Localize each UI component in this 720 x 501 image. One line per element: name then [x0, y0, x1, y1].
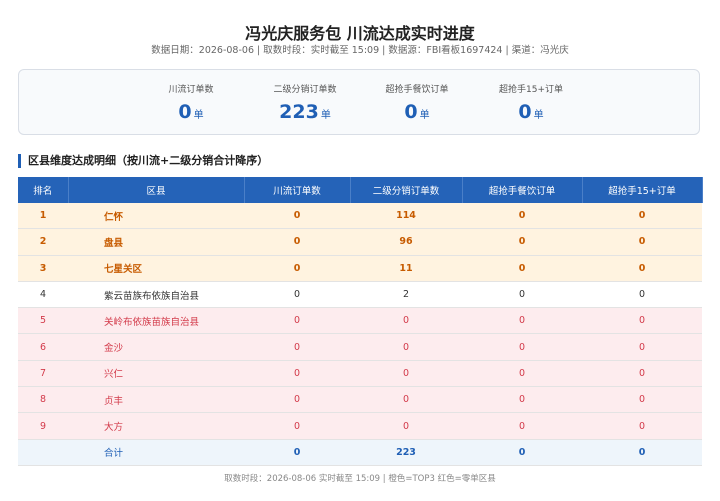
chuanliu-cell: 0: [244, 386, 350, 414]
rank-cell: 5: [18, 307, 68, 335]
plus15-cell: 0: [582, 203, 702, 230]
canyin-cell: 0: [462, 228, 582, 256]
page-title: 冯光庆服务包 川流达成实时进度: [245, 24, 475, 43]
chuanliu-cell: 0: [244, 307, 350, 335]
plus15-cell: 0: [582, 360, 702, 388]
section-title: 区县维度达成明细（按川流+二级分销合计降序）: [18, 154, 268, 168]
chuanliu-cell: 0: [244, 255, 350, 282]
county-name-cell: 关岭布依族苗族自治县: [68, 307, 244, 335]
fenxiao-cell: 96: [350, 228, 462, 256]
canyin-cell: 0: [462, 412, 582, 440]
stat-value: 0: [178, 101, 192, 123]
chuanliu-cell: 0: [244, 360, 350, 388]
stat-unit: 单: [419, 110, 430, 121]
rank-cell: 4: [18, 281, 68, 309]
table-row: 7 兴仁 0 0 0 0: [18, 360, 702, 388]
summary-stat-plus15: 超抢手15+订单 0单: [471, 82, 591, 127]
table-row: 4 紫云苗族布依族自治县 0 2 0 0: [18, 281, 702, 309]
stat-unit: 单: [320, 110, 331, 121]
fenxiao-cell: 0: [350, 333, 462, 361]
report-meta: 数据日期：2026-08-06 | 取数时段：实时截至 15:09 | 数据源：…: [151, 45, 569, 56]
total-chuanliu: 0: [244, 439, 350, 466]
stat-unit: 单: [533, 110, 544, 121]
plus15-cell: 0: [582, 307, 702, 335]
plus15-cell: 0: [582, 386, 702, 414]
table-row: 5 关岭布依族苗族自治县 0 0 0 0: [18, 307, 702, 335]
chuanliu-cell: 0: [244, 203, 350, 230]
fenxiao-cell: 0: [350, 307, 462, 335]
footer-note: 取数时段：2026-08-06 实时截至 15:09 | 橙色=TOP3 红色=…: [224, 474, 496, 484]
canyin-cell: 0: [462, 386, 582, 414]
stat-value: 0: [404, 101, 418, 123]
county-name-cell: 盘县: [68, 228, 244, 256]
stat-unit: 单: [193, 110, 204, 121]
plus15-cell: 0: [582, 281, 702, 309]
fenxiao-cell: 11: [350, 255, 462, 282]
summary-stat-canyin: 超抢手餐饮订单 0单: [357, 82, 477, 127]
plus15-cell: 0: [582, 333, 702, 361]
rank-cell: 1: [18, 203, 68, 230]
total-plus15: 0: [582, 439, 702, 466]
rank-cell: 3: [18, 255, 68, 282]
chuanliu-cell: 0: [244, 412, 350, 440]
canyin-cell: 0: [462, 360, 582, 388]
rank-cell: 9: [18, 412, 68, 440]
chuanliu-cell: 0: [244, 228, 350, 256]
total-row: 合计 0 223 0 0: [18, 439, 702, 466]
fenxiao-cell: 114: [350, 203, 462, 230]
total-rank: [18, 439, 68, 466]
plus15-cell: 0: [582, 228, 702, 256]
chuanliu-cell: 0: [244, 281, 350, 309]
column-header-county: 区县: [68, 177, 245, 203]
fenxiao-cell: 0: [350, 386, 462, 414]
fenxiao-cell: 0: [350, 360, 462, 388]
county-name-cell: 兴仁: [68, 360, 244, 388]
stat-label: 超抢手餐饮订单: [385, 85, 449, 95]
stat-value: 223: [279, 101, 319, 123]
summary-stat-chuanliu: 川流订单数 0单: [131, 82, 251, 127]
county-name-cell: 贞丰: [68, 386, 244, 414]
fenxiao-cell: 2: [350, 281, 462, 309]
total-canyin: 0: [462, 439, 582, 466]
rank-cell: 6: [18, 333, 68, 361]
canyin-cell: 0: [462, 281, 582, 309]
fenxiao-cell: 0: [350, 412, 462, 440]
table-row: 1 仁怀 0 114 0 0: [18, 203, 702, 230]
column-header-canyin: 超抢手餐饮订单: [462, 177, 583, 203]
rank-cell: 7: [18, 360, 68, 388]
column-header-fenxiao: 二级分销订单数: [350, 177, 463, 203]
canyin-cell: 0: [462, 333, 582, 361]
stat-label: 二级分销订单数: [273, 85, 337, 95]
county-name-cell: 大方: [68, 412, 244, 440]
plus15-cell: 0: [582, 412, 702, 440]
canyin-cell: 0: [462, 255, 582, 282]
column-header-rank: 排名: [18, 177, 69, 203]
summary-stat-fenxiao: 二级分销订单数 223 单: [245, 82, 365, 127]
county-name-cell: 金沙: [68, 333, 244, 361]
county-name-cell: 紫云苗族布依族自治县: [68, 281, 244, 309]
rank-cell: 2: [18, 228, 68, 256]
total-label: 合计: [68, 439, 244, 466]
canyin-cell: 0: [462, 307, 582, 335]
stat-label: 超抢手15+订单: [499, 85, 563, 95]
chuanliu-cell: 0: [244, 333, 350, 361]
county-name-cell: 仁怀: [68, 203, 244, 230]
summary-panel: 川流订单数 0单 二级分销订单数 223 单 超抢手餐饮订单 0单 超抢手15+订…: [18, 69, 700, 135]
table-row: 6 金沙 0 0 0 0: [18, 333, 702, 361]
table-row: 2 盘县 0 96 0 0: [18, 228, 702, 256]
stat-label: 川流订单数: [168, 85, 214, 95]
total-fenxiao: 223: [350, 439, 462, 466]
table-row: 3 七星关区 0 11 0 0: [18, 255, 702, 282]
plus15-cell: 0: [582, 255, 702, 282]
rank-cell: 8: [18, 386, 68, 414]
stat-value: 0: [518, 101, 532, 123]
column-header-chuanliu: 川流订单数: [244, 177, 351, 203]
table-row: 8 贞丰 0 0 0 0: [18, 386, 702, 414]
column-header-plus15: 超抢手15+订单: [582, 177, 703, 203]
county-name-cell: 七星关区: [68, 255, 244, 282]
county-detail-table: 排名 区县 川流订单数 二级分销订单数 超抢手餐饮订单 超抢手15+订单 1 仁怀…: [18, 177, 703, 466]
canyin-cell: 0: [462, 203, 582, 230]
table-header-row: 排名 区县 川流订单数 二级分销订单数 超抢手餐饮订单 超抢手15+订单: [18, 177, 703, 203]
table-row: 9 大方 0 0 0 0: [18, 412, 702, 440]
